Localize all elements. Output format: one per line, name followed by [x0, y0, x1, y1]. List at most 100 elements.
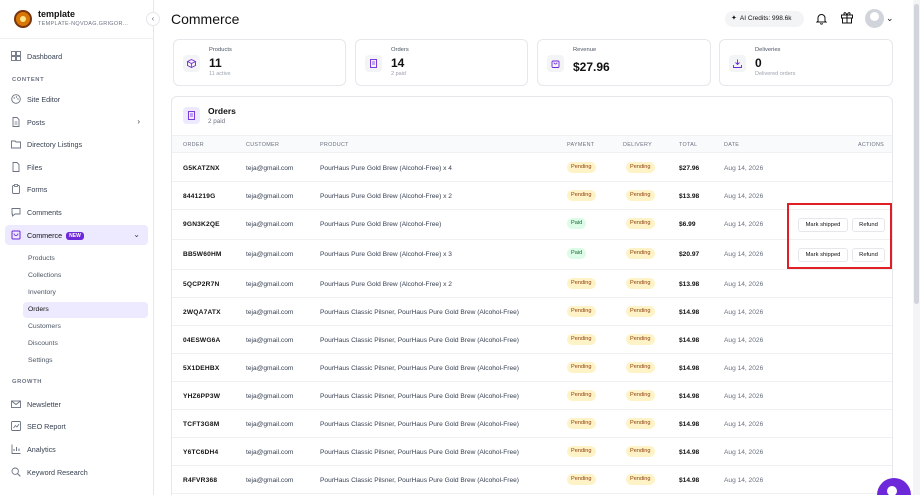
payment-status-badge: Pending: [567, 362, 596, 373]
table-row[interactable]: 5QCP2R7N teja@gmail.com PourHaus Pure Gold…: [172, 270, 892, 298]
stat-icon-wrap: [729, 55, 746, 72]
table-row[interactable]: YHZ6PP3W teja@gmail.com PourHaus Classic P…: [172, 382, 892, 410]
sidebar-item-newsletter[interactable]: Newsletter: [5, 394, 148, 414]
order-total: $13.98: [679, 281, 700, 288]
bell-icon[interactable]: [815, 12, 828, 25]
order-id[interactable]: G5KATZNX: [183, 165, 220, 172]
seo-icon: [11, 421, 21, 431]
chevron-down-icon[interactable]: ⌄: [886, 13, 894, 24]
sidebar-sub-inventory[interactable]: Inventory: [23, 285, 148, 301]
sidebar: template TEMPLATE-NQVDAG.GRIGOR... Dashb…: [0, 0, 154, 495]
order-id[interactable]: 5X1DEHBX: [183, 365, 219, 372]
scrollbar-thumb[interactable]: [914, 4, 919, 304]
sidebar-item-label: Analytics: [27, 445, 56, 454]
product-name: PourHaus Pure Gold Brew (Alcohol-Free) x…: [320, 193, 452, 200]
sidebar-item-posts[interactable]: Posts ›: [5, 112, 148, 132]
stat-title: Products: [209, 47, 232, 53]
order-id[interactable]: 2WQA7ATX: [183, 309, 221, 316]
product-name: PourHaus Classic Pilsner, PourHaus Pure …: [320, 393, 519, 400]
order-id[interactable]: BB5W60HM: [183, 251, 222, 258]
sidebar-item-files[interactable]: Files: [5, 157, 148, 177]
table-row[interactable]: TCFT3G8M teja@gmail.com PourHaus Classic P…: [172, 410, 892, 438]
order-total: $14.98: [679, 421, 700, 428]
mark-shipped-button[interactable]: Mark shipped: [798, 248, 848, 262]
order-total: $14.98: [679, 337, 700, 344]
sidebar-sub-products[interactable]: Products: [23, 251, 148, 267]
order-id[interactable]: 8441219G: [183, 193, 215, 200]
product-name: PourHaus Classic Pilsner, PourHaus Pure …: [320, 449, 519, 456]
sidebar-sub-label: Collections: [28, 272, 62, 279]
column-header-delivery: DELIVERY: [623, 142, 652, 148]
order-date: Aug 14, 2026: [724, 309, 764, 316]
collapse-sidebar-button[interactable]: ‹: [146, 12, 160, 26]
sidebar-item-forms[interactable]: Forms: [5, 179, 148, 199]
sidebar-item-dashboard[interactable]: Dashboard: [5, 46, 148, 66]
avatar[interactable]: [865, 9, 884, 28]
sidebar-item-comments[interactable]: Comments: [5, 202, 148, 222]
chevron-right-icon: ›: [137, 117, 140, 126]
payment-status-badge: Paid: [567, 248, 587, 259]
mark-shipped-button[interactable]: Mark shipped: [798, 218, 848, 232]
section-label-growth: GROWTH: [12, 379, 43, 385]
stat-card-revenue: Revenue $27.96: [537, 39, 711, 86]
sidebar-item-keyword-research[interactable]: Keyword Research: [5, 462, 148, 482]
refund-button[interactable]: Refund: [852, 218, 885, 232]
sidebar-sub-collections[interactable]: Collections: [23, 268, 148, 284]
workspace-logo: [14, 10, 32, 28]
sidebar-item-commerce[interactable]: Commerce NEW ⌄: [5, 225, 148, 245]
order-id[interactable]: R4FVR368: [183, 477, 217, 484]
sidebar-item-label: SEO Report: [27, 422, 66, 431]
folder-icon: [11, 140, 21, 149]
table-row[interactable]: Y6TC6DH4 teja@gmail.com PourHaus Classic P…: [172, 438, 892, 466]
table-row[interactable]: 2WQA7ATX teja@gmail.com PourHaus Classic P…: [172, 298, 892, 326]
order-id[interactable]: YHZ6PP3W: [183, 393, 220, 400]
payment-status-badge: Pending: [567, 446, 596, 457]
column-header-payment: PAYMENT: [567, 142, 595, 148]
product-name: PourHaus Pure Gold Brew (Alcohol-Free) x…: [320, 165, 452, 172]
payment-status-badge: Pending: [567, 334, 596, 345]
order-total: $14.98: [679, 449, 700, 456]
sidebar-sub-settings[interactable]: Settings: [23, 353, 148, 369]
new-badge: NEW: [66, 232, 84, 240]
delivery-status-badge: Pending: [626, 248, 655, 259]
column-header-order: ORDER: [183, 142, 204, 148]
sidebar-item-site-editor[interactable]: Site Editor: [5, 89, 148, 109]
order-date: Aug 14, 2026: [724, 337, 764, 344]
order-id[interactable]: 04ESWG6A: [183, 337, 221, 344]
sidebar-sub-customers[interactable]: Customers: [23, 319, 148, 335]
order-id[interactable]: TCFT3G8M: [183, 421, 219, 428]
comment-icon: [11, 208, 21, 217]
table-row[interactable]: G5KATZNX teja@gmail.com PourHaus Pure Gold…: [172, 154, 892, 182]
table-row[interactable]: 8441219G teja@gmail.com PourHaus Pure Gold…: [172, 182, 892, 210]
sidebar-item-analytics[interactable]: Analytics: [5, 439, 148, 459]
sidebar-item-label: Keyword Research: [27, 468, 88, 477]
sidebar-item-directory-listings[interactable]: Directory Listings: [5, 134, 148, 154]
stat-card-orders: Orders 14 2 paid: [355, 39, 528, 86]
order-id[interactable]: 5QCP2R7N: [183, 281, 219, 288]
sidebar-sub-discounts[interactable]: Discounts: [23, 336, 148, 352]
ai-credits-badge[interactable]: ✦ AI Credits: 998.6k: [725, 11, 804, 27]
order-id[interactable]: 9GN3K2QE: [183, 221, 220, 228]
refund-button[interactable]: Refund: [852, 248, 885, 262]
table-row[interactable]: 9GN3K2QE teja@gmail.com PourHaus Pure Gold…: [172, 210, 892, 240]
customer-email: teja@gmail.com: [246, 477, 294, 484]
sidebar-item-label: Commerce NEW: [27, 231, 84, 240]
table-row[interactable]: R4FVR368 teja@gmail.com PourHaus Classic P…: [172, 466, 892, 494]
sidebar-item-seo-report[interactable]: SEO Report: [5, 416, 148, 436]
sidebar-sub-orders[interactable]: Orders: [23, 302, 148, 318]
product-name: PourHaus Pure Gold Brew (Alcohol-Free) x…: [320, 251, 452, 258]
sidebar-sub-label: Inventory: [28, 289, 56, 296]
table-row[interactable]: 5X1DEHBX teja@gmail.com PourHaus Classic P…: [172, 354, 892, 382]
document-icon: [12, 117, 20, 127]
table-row[interactable]: BB5W60HM teja@gmail.com PourHaus Pure Gold…: [172, 240, 892, 270]
ai-credits-label: AI Credits: 998.6k: [739, 15, 792, 22]
table-row[interactable]: 04ESWG6A teja@gmail.com PourHaus Classic P…: [172, 326, 892, 354]
customer-email: teja@gmail.com: [246, 165, 294, 172]
order-total: $6.99: [679, 221, 696, 228]
order-id[interactable]: Y6TC6DH4: [183, 449, 218, 456]
payment-status-badge: Paid: [567, 218, 587, 229]
gift-icon[interactable]: [840, 10, 854, 24]
column-header-date: DATE: [724, 142, 740, 148]
workspace-switcher[interactable]: template TEMPLATE-NQVDAG.GRIGOR...: [14, 8, 154, 36]
payment-status-badge: Pending: [567, 162, 596, 173]
